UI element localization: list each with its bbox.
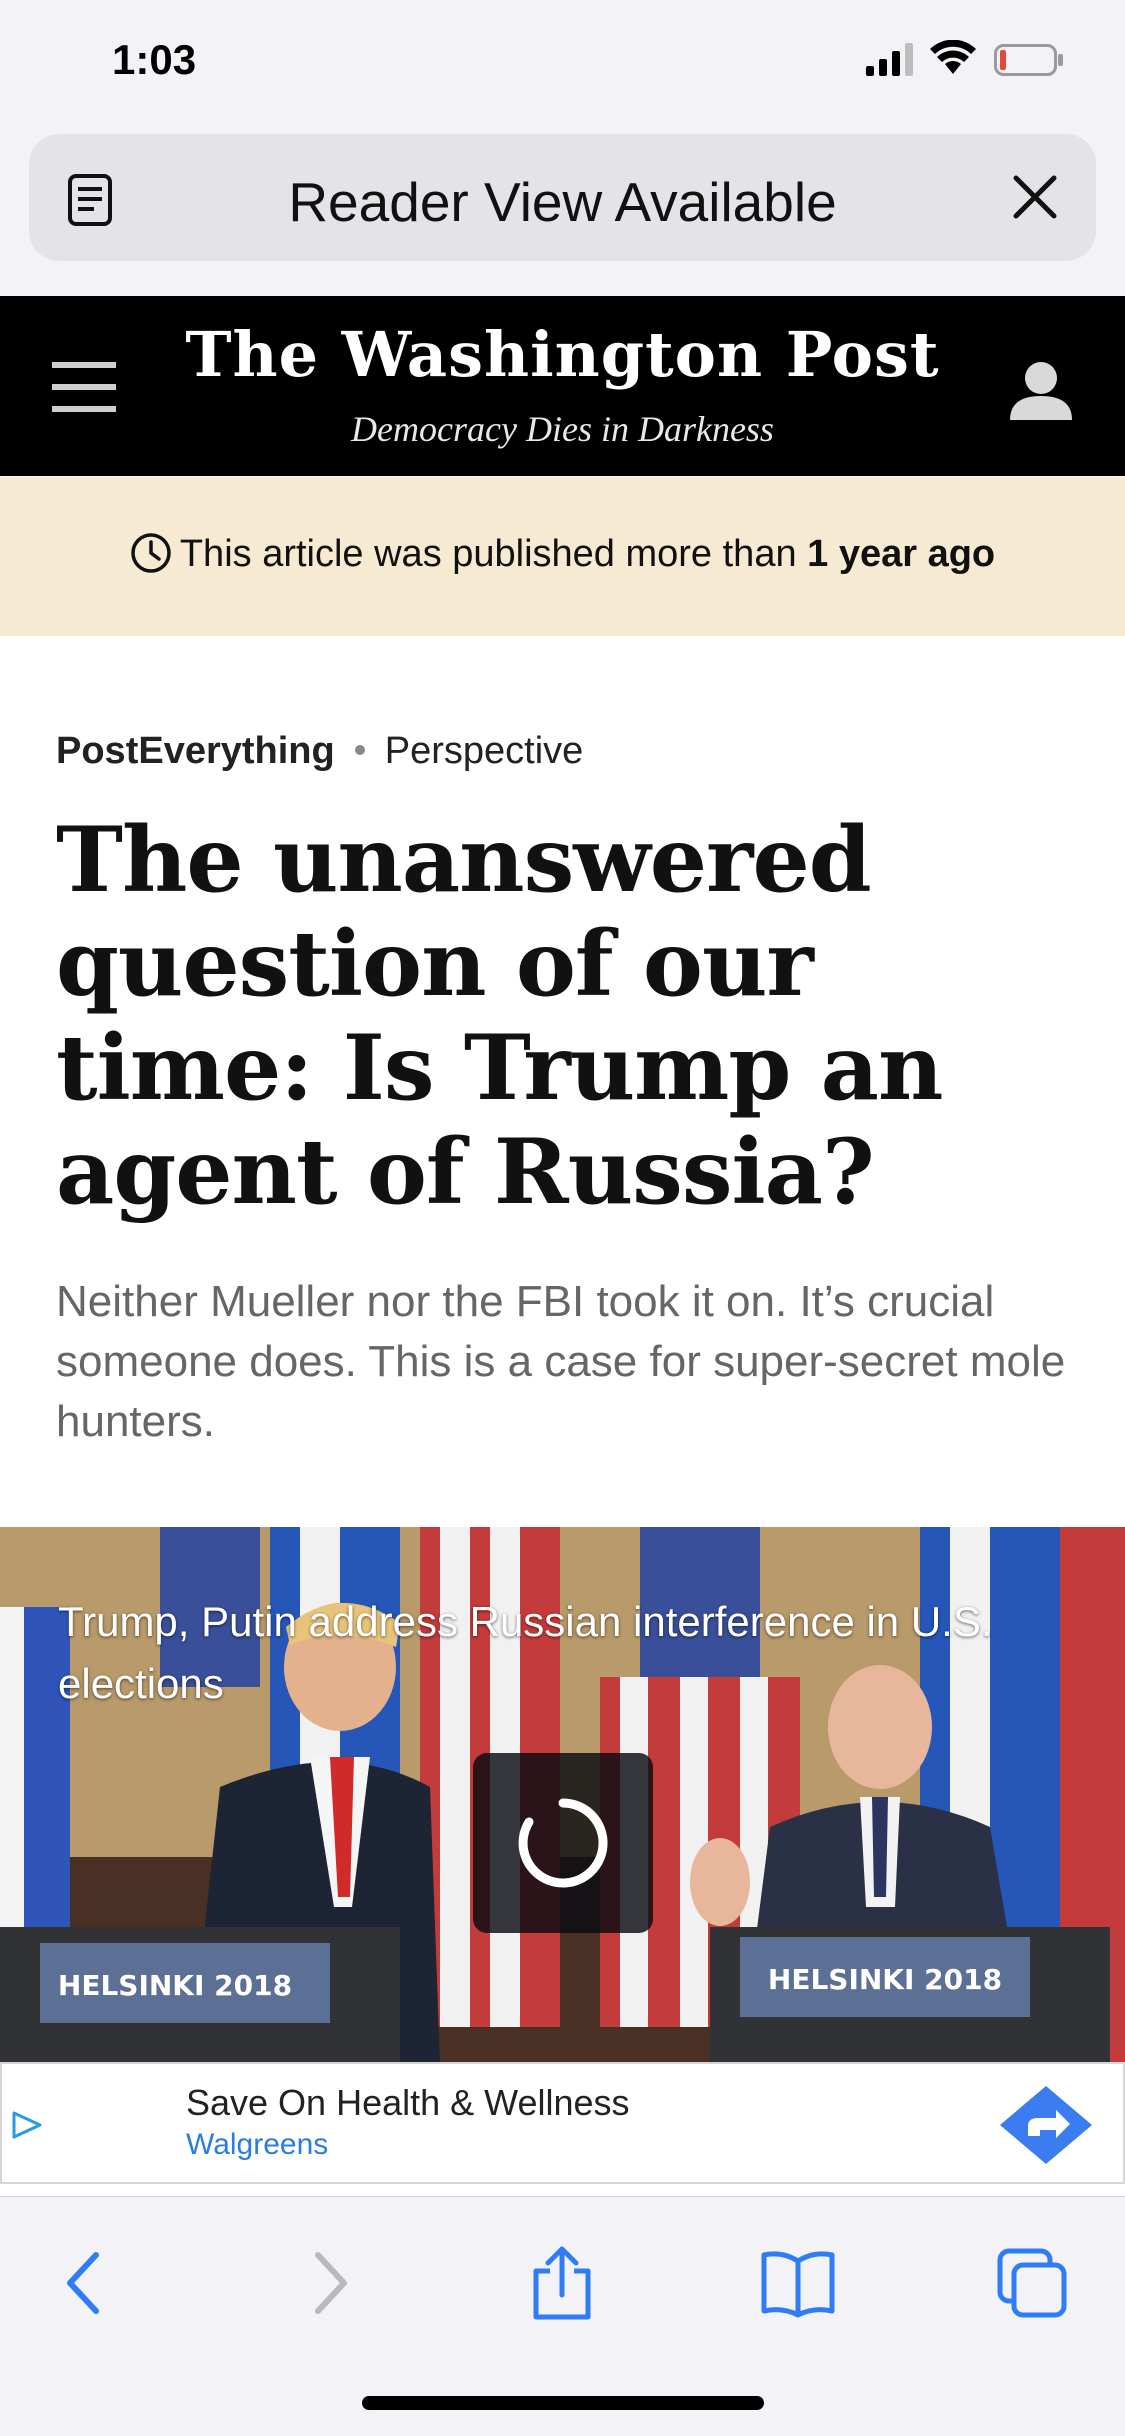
ad-banner[interactable]: Save On Health & Wellness Walgreens (0, 2062, 1125, 2184)
clock-icon (131, 533, 171, 573)
forward-icon[interactable] (290, 2245, 366, 2321)
battery-icon (994, 44, 1063, 76)
article-label: Perspective (384, 730, 584, 772)
share-icon[interactable] (524, 2245, 600, 2321)
article-age-notice: This article was published more than 1 y… (0, 478, 1125, 636)
video-caption: Trump, Putin address Russian interferenc… (58, 1598, 993, 1707)
home-indicator[interactable] (362, 2396, 764, 2410)
notice-emphasis: 1 year ago (807, 533, 996, 575)
wifi-icon (930, 40, 976, 74)
ad-title[interactable]: Save On Health & Wellness (186, 2082, 630, 2124)
status-bar: 1:03 (0, 0, 1125, 130)
tabs-icon[interactable] (994, 2245, 1070, 2321)
status-time: 1:03 (112, 36, 197, 83)
notice-text-row: This article was published more than 1 y… (0, 532, 1125, 576)
video-player[interactable]: HELSINKI 2018 HELSINKI 2018 Trump, Putin… (0, 1527, 1125, 2062)
masthead: The Washington Post Democracy Dies in Da… (0, 296, 1125, 476)
loading-overlay (473, 1753, 653, 1933)
notice-prefix: This article was published more than (179, 533, 808, 575)
article-headline: The unanswered question of our time: Is … (56, 807, 943, 1225)
site-tagline: Democracy Dies in Darkness (351, 409, 774, 449)
close-icon[interactable] (1010, 172, 1060, 222)
user-icon[interactable] (1008, 358, 1074, 424)
podium-right-label: HELSINKI 2018 (768, 1963, 1002, 1996)
kicker-separator (354, 745, 365, 755)
reader-view-bar[interactable]: Reader View Available (29, 134, 1096, 261)
site-logo[interactable]: The Washington Post (0, 318, 1125, 391)
back-icon[interactable] (48, 2245, 124, 2321)
bookmarks-icon[interactable] (760, 2245, 836, 2321)
loading-spinner-icon (518, 1798, 608, 1888)
ad-choices-icon[interactable] (10, 2110, 44, 2140)
section-link[interactable]: PostEverything (56, 730, 335, 772)
reader-view-label[interactable]: Reader View Available (29, 170, 1096, 234)
cellular-signal-icon (866, 43, 913, 76)
article-kicker: PostEverything Perspective (56, 730, 583, 773)
article-dek: Neither Mueller nor the FBI took it on. … (56, 1277, 1066, 1446)
ad-brand[interactable]: Walgreens (186, 2128, 328, 2162)
directions-arrow-icon[interactable] (998, 2084, 1094, 2166)
podium-left-label: HELSINKI 2018 (58, 1969, 292, 2002)
article-header: PostEverything Perspective The unanswered… (0, 636, 1125, 1528)
